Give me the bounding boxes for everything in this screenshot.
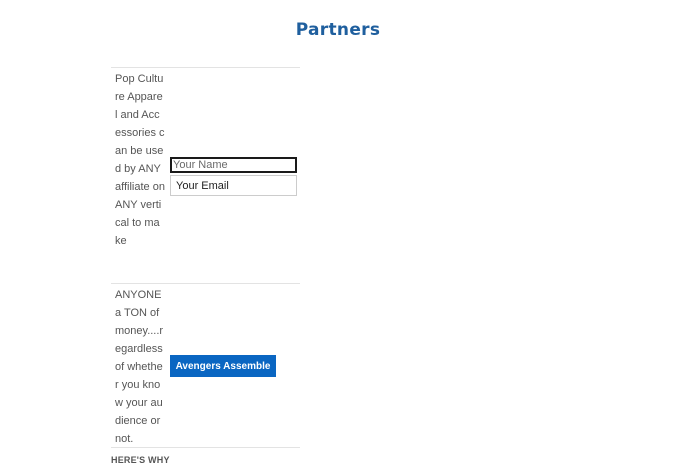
row-1-text: Pop Culture Apparel and Accessories can … <box>115 73 165 247</box>
top-divider <box>111 67 300 68</box>
name-input[interactable] <box>170 157 297 173</box>
middle-divider <box>111 283 300 284</box>
section-heading: HERE'S WHY <box>111 455 170 465</box>
row-2-text: ANYONE a TON of money....regardless of w… <box>115 289 164 445</box>
bottom-divider <box>111 447 300 448</box>
email-input[interactable] <box>170 175 297 196</box>
submit-button[interactable]: Avengers Assemble <box>170 355 276 377</box>
page-title: Partners <box>295 20 381 40</box>
